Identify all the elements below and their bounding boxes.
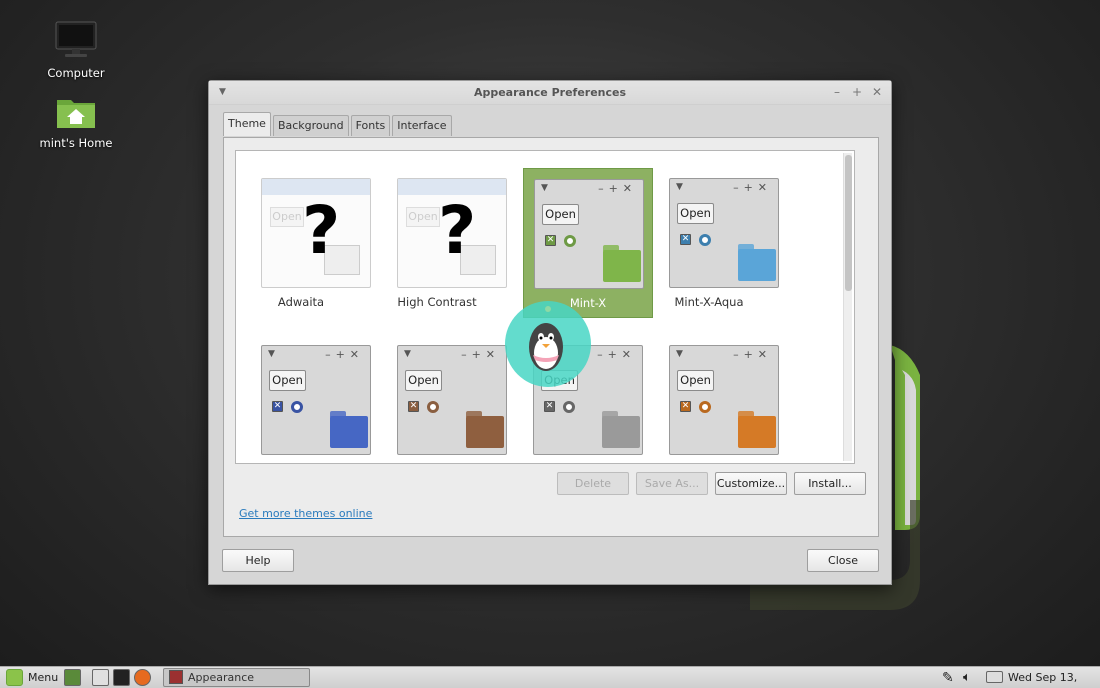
theme-preview: ▼ –+✕ Open ✕ [669,345,779,455]
desktop-icon-home[interactable]: mint's Home [26,94,126,150]
maximize-icon[interactable]: + [849,84,865,100]
theme-preview: ▼ –+✕ Open ✕ [397,345,507,455]
folder-icon [603,245,641,282]
save-as-button[interactable]: Save As... [636,472,708,495]
theme-item[interactable]: ▼ –+✕ Open ✕ Mint-X-Aqua [644,168,779,318]
bottom-panel: Menu Appearance Preferen... ✎ 🔈︎ Wed Sep… [0,666,1100,688]
theme-preview: ▼ –+✕ Open ✕ [261,345,371,455]
taskbar-window-label: Appearance Preferen... [188,671,255,684]
preview-menu-icon: ▼ [404,349,411,359]
tab-interface[interactable]: Interface [392,115,452,136]
mint-menu-icon[interactable] [6,669,23,686]
theme-item[interactable]: ▼ –+✕ Open ✕ [236,335,371,463]
vertical-scrollbar[interactable] [843,153,852,461]
preview-menu-icon: ▼ [676,182,683,192]
theme-name: Adwaita [277,295,325,309]
window-title: Appearance Preferences [473,86,627,99]
radio-icon [563,401,575,413]
missing-preview-icon: ? [438,192,477,269]
preview-open-button: Open [542,204,579,225]
checkbox-icon: ✕ [545,235,556,246]
radio-icon [564,235,576,247]
delete-button[interactable]: Delete [557,472,629,495]
help-button[interactable]: Help [222,549,294,572]
appearance-app-icon [169,670,183,684]
titlebar[interactable]: ▼ Appearance Preferences – + ✕ [209,81,891,105]
checkbox-icon: ✕ [680,234,691,245]
checkbox-icon: ✕ [272,401,283,412]
folder-icon [466,411,504,448]
taskbar-window-button[interactable]: Appearance Preferen... [163,668,310,687]
tab-fonts[interactable]: Fonts [350,115,391,136]
close-button[interactable]: Close [807,549,879,572]
tab-background[interactable]: Background [272,115,349,136]
theme-item[interactable]: ▼ –+✕ Open ✕ Mint-X [523,168,653,318]
preview-open-button: Open [405,370,442,391]
preview-window-controls-icon: –+✕ [733,181,772,194]
desktop-icon-computer[interactable]: Computer [26,20,126,80]
scrollbar-thumb[interactable] [845,155,852,291]
clock[interactable]: Wed Sep 13, 20:44 [1008,669,1100,687]
preview-window-controls-icon: –+✕ [325,348,364,361]
preview-window-controls-icon: –+✕ [597,348,636,361]
home-folder-icon [57,100,95,128]
radio-icon [291,401,303,413]
preview-open-button: Open [406,207,440,227]
theme-name: Mint-X-Aqua [674,295,744,309]
theme-preview: ▼ –+✕ Open ✕ [534,179,644,289]
folder-icon [330,411,368,448]
theme-item[interactable]: ▼ –+✕ Open ✕ [372,335,507,463]
preview-open-button: Open [269,370,306,391]
preview-menu-icon: ▼ [676,349,683,359]
preview-window-controls-icon: –+✕ [598,182,637,195]
missing-preview-icon: ? [302,192,341,269]
desktop-icon-label: mint's Home [39,136,113,150]
terminal-icon[interactable] [113,669,130,686]
checkbox-icon: ✕ [408,401,419,412]
theme-item[interactable]: Open? High Contrast [372,168,507,318]
penguin-icon [529,306,563,371]
theme-preview: Open? [261,178,371,288]
theme-name: High Contrast [397,295,477,309]
preview-menu-icon: ▼ [541,183,548,193]
tab-bar: Theme Background Fonts Interface [223,112,454,136]
customize-button[interactable]: Customize... [715,472,787,495]
preview-window-controls-icon: –+✕ [461,348,500,361]
radio-icon [699,234,711,246]
folder-icon [738,244,776,281]
penguin-cursor-overlay [505,301,591,387]
theme-preview: ▼ –+✕ Open ✕ [669,178,779,288]
tab-theme[interactable]: Theme [223,112,271,136]
preview-open-button: Open [270,207,304,227]
theme-item[interactable]: Open? Adwaita [236,168,371,318]
preview-window-controls-icon: –+✕ [733,348,772,361]
theme-item[interactable]: ▼ –+✕ Open ✕ [644,335,779,463]
computer-icon [55,21,97,57]
desktop-icon-label: Computer [47,66,105,80]
theme-preview: Open? [397,178,507,288]
checkbox-icon: ✕ [680,401,691,412]
close-icon[interactable]: ✕ [869,84,885,100]
battery-icon[interactable] [986,671,1003,683]
preview-menu-icon: ▼ [268,349,275,359]
radio-icon [699,401,711,413]
preview-open-button: Open [677,203,714,224]
file-manager-icon[interactable] [92,669,109,686]
minimize-icon[interactable]: – [829,84,845,100]
menu-button[interactable]: Menu [28,669,58,687]
firefox-icon[interactable] [134,669,151,686]
radio-icon [427,401,439,413]
checkbox-icon: ✕ [544,401,555,412]
volume-icon[interactable]: 🔈︎ [963,669,971,687]
folder-icon [602,411,640,448]
get-more-themes-link[interactable]: Get more themes online [239,507,372,520]
preview-open-button: Open [677,370,714,391]
install-button[interactable]: Install... [794,472,866,495]
network-icon[interactable]: ✎ [942,669,954,687]
show-desktop-icon[interactable] [64,669,81,686]
folder-icon [738,411,776,448]
